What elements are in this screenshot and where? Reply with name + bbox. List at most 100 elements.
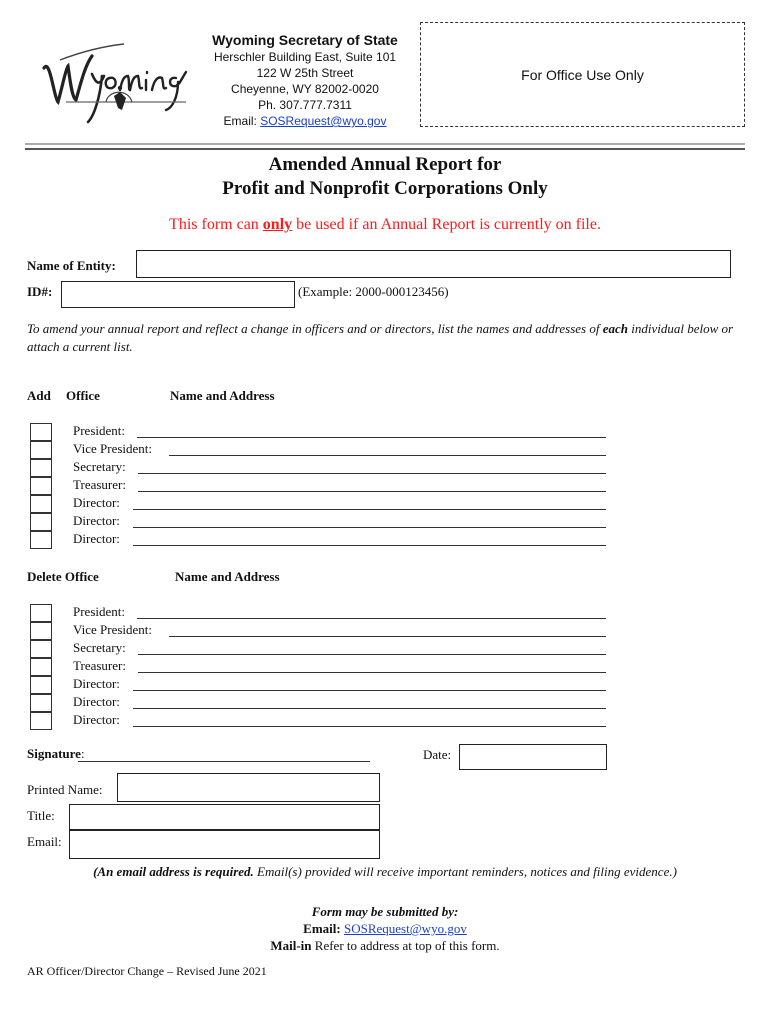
email-label: Email: bbox=[27, 834, 62, 849]
delete-office-checkbox[interactable] bbox=[30, 694, 52, 712]
add-office-checkbox[interactable] bbox=[30, 423, 52, 441]
printed-name-input[interactable] bbox=[117, 773, 380, 802]
add-column-header: Add bbox=[27, 388, 51, 403]
office-label: Director: bbox=[73, 694, 120, 709]
office-label: Vice President: bbox=[73, 441, 153, 456]
instructions: To amend your annual report and reflect … bbox=[27, 320, 747, 356]
submit-mail-line: Mail-in Refer to address at top of this … bbox=[0, 937, 770, 954]
email-note-text: Email(s) provided will receive important… bbox=[253, 864, 677, 879]
agency-address-block: Wyoming Secretary of State Herschler Bui… bbox=[190, 31, 420, 129]
delete-office-checkbox[interactable] bbox=[30, 658, 52, 676]
divider bbox=[25, 148, 745, 150]
title-line-2: Profit and Nonprofit Corporations Only bbox=[222, 178, 548, 199]
date-label: Date: bbox=[423, 747, 452, 762]
office-label: Director: bbox=[73, 676, 120, 691]
title-line-1: Amended Annual Report for bbox=[268, 154, 502, 175]
submit-heading: Form may be submitted by: bbox=[311, 904, 459, 919]
name-address-line[interactable] bbox=[169, 455, 606, 456]
address-line: Herschler Building East, Suite 101 bbox=[213, 50, 397, 64]
name-address-line[interactable] bbox=[137, 618, 606, 619]
name-address-line[interactable] bbox=[133, 527, 606, 528]
add-office-checkbox[interactable] bbox=[30, 531, 52, 549]
header-email-link[interactable]: SOSRequest@wyo.gov bbox=[260, 114, 386, 128]
email-required-note: (An email address is required. Email(s) … bbox=[0, 864, 770, 880]
signature-label-text: Signature bbox=[27, 746, 81, 761]
email-line: Email: SOSRequest@wyo.gov bbox=[190, 113, 420, 129]
divider bbox=[25, 143, 745, 145]
form-revision-footer: AR Officer/Director Change – Revised Jun… bbox=[27, 964, 267, 978]
wyoming-logo bbox=[42, 43, 188, 124]
submit-mail-text: Refer to address at top of this form. bbox=[311, 938, 500, 953]
name-address-line[interactable] bbox=[133, 726, 606, 727]
email-input[interactable] bbox=[69, 830, 380, 859]
usage-notice: This form can only be used if an Annual … bbox=[0, 216, 770, 234]
submission-info: Form may be submitted by: Email: SOSRequ… bbox=[0, 903, 770, 954]
notice-text: be used if an Annual Report is currently… bbox=[292, 216, 601, 233]
address-line: 122 W 25th Street bbox=[256, 66, 354, 80]
address-line: Cheyenne, WY 82002-0020 bbox=[231, 82, 379, 96]
name-address-line[interactable] bbox=[137, 437, 606, 438]
office-label: President: bbox=[73, 423, 125, 438]
form-title: Amended Annual Report for Profit and Non… bbox=[0, 153, 770, 201]
notice-emphasis: only bbox=[262, 216, 293, 233]
instructions-emphasis: each bbox=[602, 321, 628, 336]
delete-office-checkbox[interactable] bbox=[30, 604, 52, 622]
printed-name-label: Printed Name: bbox=[27, 782, 103, 797]
name-address-column-header: Name and Address bbox=[175, 569, 280, 584]
name-address-line[interactable] bbox=[133, 509, 606, 510]
delete-office-checkbox[interactable] bbox=[30, 712, 52, 730]
phone-line: Ph. 307.777.7311 bbox=[258, 98, 352, 112]
add-office-checkbox[interactable] bbox=[30, 513, 52, 531]
name-address-line[interactable] bbox=[133, 545, 606, 546]
email-label: Email: bbox=[223, 114, 261, 128]
office-use-box: For Office Use Only bbox=[420, 22, 745, 127]
name-address-line[interactable] bbox=[138, 473, 606, 474]
office-label: Director: bbox=[73, 531, 120, 546]
submit-email-link[interactable]: SOSRequest@wyo.gov bbox=[344, 921, 467, 936]
signature-line[interactable] bbox=[78, 761, 370, 762]
office-label: Secretary: bbox=[73, 640, 126, 655]
delete-office-checkbox[interactable] bbox=[30, 640, 52, 658]
delete-office-column-header: Delete Office bbox=[27, 569, 99, 584]
name-address-line[interactable] bbox=[133, 690, 606, 691]
notice-text: This form can bbox=[169, 216, 263, 233]
office-label: Secretary: bbox=[73, 459, 126, 474]
office-label: Director: bbox=[73, 513, 120, 528]
name-address-line[interactable] bbox=[169, 636, 606, 637]
add-office-checkbox[interactable] bbox=[30, 495, 52, 513]
title-label: Title: bbox=[27, 808, 55, 823]
agency-name: Wyoming Secretary of State bbox=[212, 32, 398, 48]
id-example: (Example: 2000-000123456) bbox=[298, 284, 449, 299]
add-office-checkbox[interactable] bbox=[30, 441, 52, 459]
name-address-line[interactable] bbox=[133, 708, 606, 709]
entity-name-input[interactable] bbox=[136, 250, 731, 278]
submit-mail-label: Mail-in bbox=[270, 938, 312, 953]
instructions-text: To amend your annual report and reflect … bbox=[27, 321, 603, 336]
office-label: Director: bbox=[73, 495, 120, 510]
add-office-checkbox[interactable] bbox=[30, 477, 52, 495]
title-input[interactable] bbox=[69, 804, 380, 830]
name-address-line[interactable] bbox=[138, 672, 606, 673]
name-address-line[interactable] bbox=[138, 491, 606, 492]
office-label: Director: bbox=[73, 712, 120, 727]
delete-office-checkbox[interactable] bbox=[30, 676, 52, 694]
signature-colon: : bbox=[80, 746, 85, 761]
office-label: Treasurer: bbox=[73, 658, 126, 673]
office-column-header: Office bbox=[66, 388, 100, 403]
signature-label: Signature: bbox=[27, 746, 85, 762]
name-address-column-header: Name and Address bbox=[170, 388, 275, 403]
submit-email-line: Email: SOSRequest@wyo.gov bbox=[0, 920, 770, 937]
add-office-checkbox[interactable] bbox=[30, 459, 52, 477]
submit-email-label: Email: bbox=[303, 921, 341, 936]
office-label: President: bbox=[73, 604, 125, 619]
office-label: Treasurer: bbox=[73, 477, 126, 492]
name-address-line[interactable] bbox=[138, 654, 606, 655]
office-label: Vice President: bbox=[73, 622, 153, 637]
id-label: ID#: bbox=[27, 284, 53, 299]
office-use-label: For Office Use Only bbox=[521, 66, 644, 83]
date-input[interactable] bbox=[459, 744, 607, 770]
delete-office-checkbox[interactable] bbox=[30, 622, 52, 640]
entity-name-label: Name of Entity: bbox=[27, 258, 116, 273]
id-input[interactable] bbox=[61, 281, 295, 308]
email-note-bold: (An email address is required. bbox=[93, 864, 254, 879]
